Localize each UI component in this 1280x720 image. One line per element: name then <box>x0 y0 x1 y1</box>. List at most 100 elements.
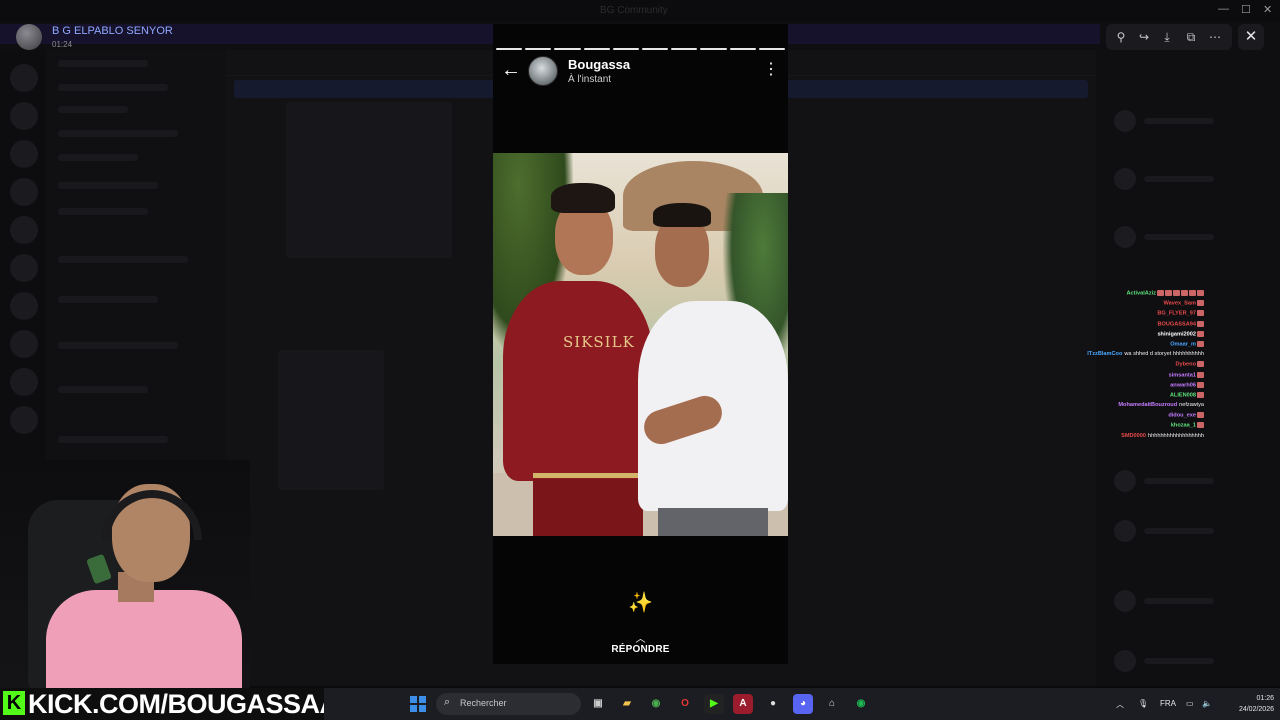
channel-item[interactable] <box>58 182 158 189</box>
member-item[interactable] <box>1114 168 1264 190</box>
maximize-icon[interactable]: ☐ <box>1241 3 1251 16</box>
member-item[interactable] <box>1114 520 1264 542</box>
adobe-icon[interactable]: A <box>733 694 753 714</box>
chat-username: SMD0000 <box>1121 432 1146 439</box>
download-icon[interactable]: ⤓ <box>1158 28 1176 46</box>
title-bar: BG Community — ☐ ✕ <box>0 0 1280 22</box>
story-avatar[interactable] <box>528 56 558 86</box>
server-icon[interactable] <box>10 178 38 206</box>
emote-icon <box>1197 320 1204 327</box>
chat-overlay-row: Omaar_m <box>1060 340 1270 351</box>
headphones-icon <box>102 490 202 540</box>
story-options-icon[interactable]: ⋮ <box>761 60 781 80</box>
emote-icon <box>1197 300 1204 307</box>
emote-icon <box>1157 290 1164 296</box>
member-item[interactable] <box>1114 590 1264 612</box>
person-red-pants <box>533 479 643 536</box>
shirt-stripe <box>533 473 643 478</box>
search-icon: ⌕ <box>444 696 451 708</box>
chat-username: BOUGASSA94 <box>1157 321 1196 328</box>
close-viewer-button[interactable]: ✕ <box>1238 24 1264 50</box>
stream-chat-overlay: ActivalAziz Wavex_Sam BG_FLYER_97 BOUGASSA9… <box>1060 290 1270 443</box>
story-photo[interactable]: SIKSILK <box>493 153 788 536</box>
server-icon[interactable] <box>10 406 38 434</box>
back-arrow-icon[interactable]: ← <box>501 58 521 82</box>
system-clock[interactable]: 01:26 24/02/2026 <box>1226 693 1274 715</box>
open-external-icon[interactable]: ⧉ <box>1182 28 1200 46</box>
channel-item[interactable] <box>58 386 148 393</box>
server-icon[interactable] <box>10 140 38 168</box>
emote-icon <box>1181 290 1188 296</box>
member-item[interactable] <box>1114 470 1264 492</box>
language-indicator[interactable]: FRA <box>1160 699 1176 708</box>
channel-item[interactable] <box>58 154 138 161</box>
obs-icon[interactable]: ● <box>763 694 783 714</box>
story-header: ← Bougassa À l'instant ⋮ <box>493 54 788 90</box>
chat-overlay-row: simsanta1 <box>1060 371 1270 382</box>
channel-item[interactable] <box>58 256 188 263</box>
window-close-icon[interactable]: ✕ <box>1263 3 1272 16</box>
chevron-up-icon[interactable]: ︿ <box>1116 699 1124 710</box>
file-explorer-icon[interactable]: ▰ <box>617 694 637 714</box>
minimize-icon[interactable]: — <box>1218 3 1229 15</box>
message-image[interactable] <box>286 102 452 258</box>
chat-overlay-row: Dybeno <box>1060 361 1270 371</box>
channel-item[interactable] <box>58 342 178 349</box>
task-view-icon[interactable]: ▣ <box>588 694 608 714</box>
channel-item[interactable] <box>58 296 158 303</box>
member-item[interactable] <box>1114 226 1264 248</box>
chevron-up-icon[interactable]: ︿ <box>493 630 788 645</box>
discord-icon[interactable]: ◕ <box>793 694 813 714</box>
person-grey-pants <box>658 508 768 536</box>
server-icon[interactable] <box>10 330 38 358</box>
microphone-icon[interactable]: 🎙 <box>1138 699 1148 708</box>
chat-overlay-row: shinigami2002 <box>1060 330 1270 341</box>
chat-overlay-row: didou_exe <box>1060 412 1270 422</box>
opera-icon[interactable]: O <box>675 694 695 714</box>
kick-url: KICK.COM/BOUGASSAA <box>28 689 339 719</box>
taskbar-search[interactable]: ⌕ Rechercher <box>436 693 581 715</box>
reply-button[interactable]: RÉPONDRE <box>493 644 788 655</box>
story-timestamp: À l'instant <box>568 74 612 85</box>
clock-date: 24/02/2026 <box>1238 706 1274 713</box>
emote-icon <box>1173 290 1180 296</box>
server-icon[interactable] <box>10 102 38 130</box>
chat-username: simsanta1 <box>1168 371 1196 378</box>
network-icon[interactable]: ▭ <box>1186 699 1194 708</box>
channel-item[interactable] <box>58 436 168 443</box>
person-hair <box>551 183 615 213</box>
server-icon[interactable] <box>10 368 38 396</box>
progress-segment <box>700 48 727 50</box>
windows-start-icon[interactable] <box>410 696 426 712</box>
more-icon[interactable]: ⋯ <box>1206 28 1224 46</box>
channel-item[interactable] <box>58 106 128 113</box>
poster-time: 01:24 <box>52 40 73 49</box>
server-icon[interactable] <box>10 64 38 92</box>
member-item[interactable] <box>1114 110 1264 132</box>
emote-icon <box>1197 330 1204 337</box>
channel-item[interactable] <box>58 60 148 67</box>
progress-segment <box>671 48 698 50</box>
server-icon[interactable] <box>10 216 38 244</box>
server-icon[interactable] <box>10 254 38 282</box>
story-progress-bars <box>496 48 786 51</box>
volume-icon[interactable]: 🔈 <box>1202 699 1212 708</box>
progress-segment <box>525 48 552 50</box>
server-icon[interactable] <box>10 292 38 320</box>
emote-icon <box>1197 371 1204 378</box>
forward-icon[interactable]: ↪ <box>1135 28 1153 46</box>
zoom-in-icon[interactable]: ⚲ <box>1112 28 1130 46</box>
spotify-icon[interactable]: ◉ <box>851 694 871 714</box>
streaming-app-icon[interactable]: ▶ <box>704 694 724 714</box>
chrome-icon[interactable]: ◉ <box>646 694 666 714</box>
channel-item[interactable] <box>58 84 168 91</box>
sparkle-react-icon[interactable]: ✨ <box>628 590 653 615</box>
app-icon[interactable]: ⌂ <box>822 694 842 714</box>
channel-item[interactable] <box>58 130 178 137</box>
chat-username: Omaar_m <box>1170 341 1196 348</box>
channel-item[interactable] <box>58 208 148 215</box>
progress-segment <box>758 48 786 50</box>
message-image[interactable] <box>278 350 384 490</box>
story-username[interactable]: Bougassa <box>568 57 630 72</box>
member-item[interactable] <box>1114 650 1264 672</box>
